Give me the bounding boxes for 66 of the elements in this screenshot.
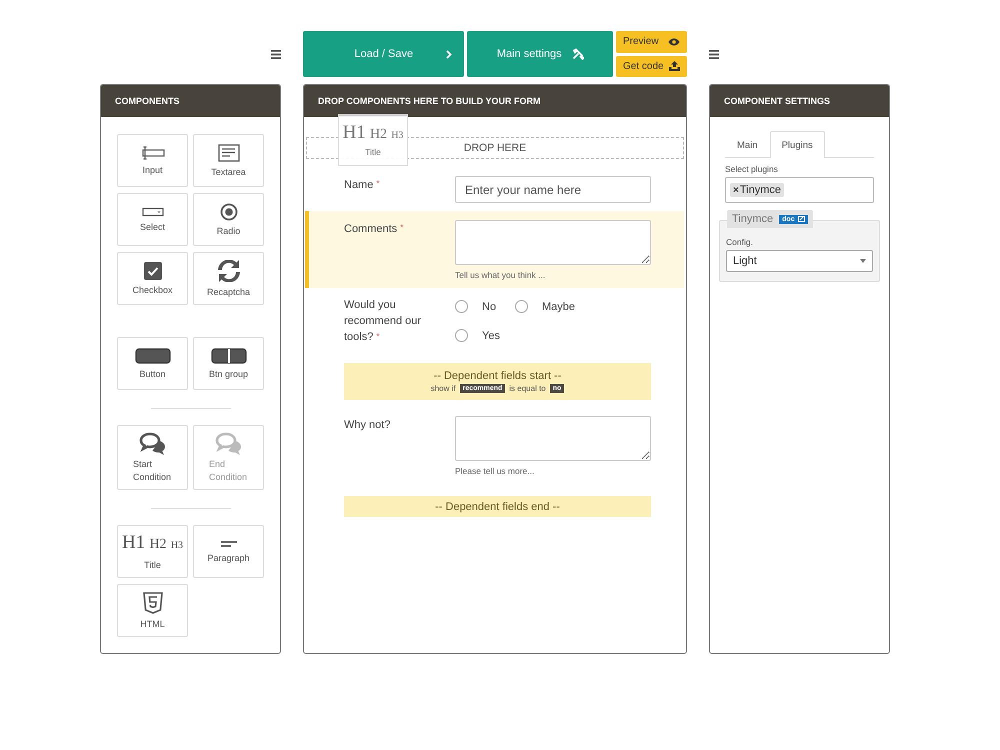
button-group-icon bbox=[210, 348, 246, 364]
component-tile[interactable]: Input bbox=[117, 134, 188, 187]
menu-icon[interactable] bbox=[271, 50, 281, 58]
radio-label: Maybe bbox=[542, 300, 576, 312]
radio-button[interactable] bbox=[455, 300, 468, 313]
dropdown-caret-icon bbox=[860, 259, 866, 263]
field-label: Comments * bbox=[344, 222, 404, 237]
radio-icon bbox=[220, 203, 238, 221]
radio-button[interactable] bbox=[455, 329, 468, 342]
name-input-field[interactable]: Enter your name here bbox=[455, 176, 651, 203]
select-icon bbox=[142, 207, 164, 217]
radio-label: No bbox=[482, 300, 496, 312]
refresh-icon bbox=[218, 260, 240, 282]
radio-button[interactable] bbox=[515, 300, 528, 313]
textarea-icon bbox=[218, 144, 240, 162]
plugin-select-field[interactable]: ×Tinymce bbox=[725, 177, 874, 203]
help-text: Please tell us more... bbox=[455, 466, 536, 476]
component-tile[interactable]: H1 H2 H3 Title bbox=[117, 525, 188, 578]
upload-icon bbox=[669, 61, 680, 72]
plugin-name: Tinymce bbox=[732, 213, 774, 225]
input-icon bbox=[140, 146, 164, 160]
menu-icon[interactable] bbox=[709, 50, 719, 58]
component-tile[interactable]: Recaptcha bbox=[193, 252, 264, 305]
chat-icon bbox=[138, 432, 166, 456]
heading-sizes-icon: H1 H2 H3 bbox=[122, 534, 184, 554]
eye-icon bbox=[668, 38, 680, 46]
tools-icon bbox=[572, 48, 584, 60]
panel-title: COMPONENT SETTINGS bbox=[710, 85, 889, 117]
chat-icon bbox=[214, 432, 242, 456]
rule-text: show if bbox=[430, 384, 456, 393]
help-text: Tell us what you think ... bbox=[455, 270, 546, 280]
component-tile[interactable]: Start Condition bbox=[117, 425, 188, 490]
field-label: Name * bbox=[344, 178, 380, 193]
banner-title: -- Dependent fields start -- bbox=[434, 370, 562, 382]
dragged-component-tile[interactable]: H1 H2 H3 Title bbox=[338, 114, 408, 166]
external-link-icon bbox=[798, 216, 805, 222]
field-label: Select plugins bbox=[725, 164, 779, 174]
preview-button[interactable]: Preview bbox=[616, 31, 687, 52]
panel-title: COMPONENTS bbox=[101, 85, 280, 117]
chevron-icon bbox=[446, 50, 452, 59]
radio-label: Yes bbox=[482, 330, 500, 342]
component-tile[interactable]: Paragraph bbox=[193, 525, 264, 578]
settings-tab[interactable]: Plugins bbox=[770, 131, 825, 158]
field-label: Would you recommend our tools? * bbox=[344, 298, 422, 345]
component-tile[interactable]: Select bbox=[117, 193, 188, 246]
component-tile[interactable]: HTML bbox=[117, 584, 188, 637]
component-tile[interactable]: Button bbox=[117, 337, 188, 390]
component-tile[interactable]: Textarea bbox=[193, 134, 264, 187]
field-label: Why not? bbox=[344, 418, 392, 433]
button-icon bbox=[134, 348, 170, 364]
textarea-field[interactable] bbox=[455, 416, 651, 461]
html5-icon bbox=[142, 592, 162, 614]
panel-title: DROP COMPONENTS HERE TO BUILD YOUR FORM bbox=[304, 85, 686, 117]
paragraph-icon bbox=[220, 540, 238, 548]
component-tile[interactable]: Btn group bbox=[193, 337, 264, 390]
field-label: Config. bbox=[726, 237, 754, 247]
plugin-tag[interactable]: ×Tinymce bbox=[730, 183, 784, 197]
component-tile[interactable]: Checkbox bbox=[117, 252, 188, 305]
checkbox-icon bbox=[144, 262, 162, 280]
config-dropdown[interactable]: Light bbox=[726, 250, 873, 272]
banner-title: -- Dependent fields end -- bbox=[435, 500, 560, 512]
textarea-field[interactable] bbox=[455, 220, 651, 265]
get-code-button[interactable]: Get code bbox=[616, 56, 687, 77]
component-tile[interactable]: Radio bbox=[193, 193, 264, 246]
settings-tab[interactable]: Main bbox=[725, 131, 770, 158]
rule-text: is equal to bbox=[509, 384, 546, 393]
